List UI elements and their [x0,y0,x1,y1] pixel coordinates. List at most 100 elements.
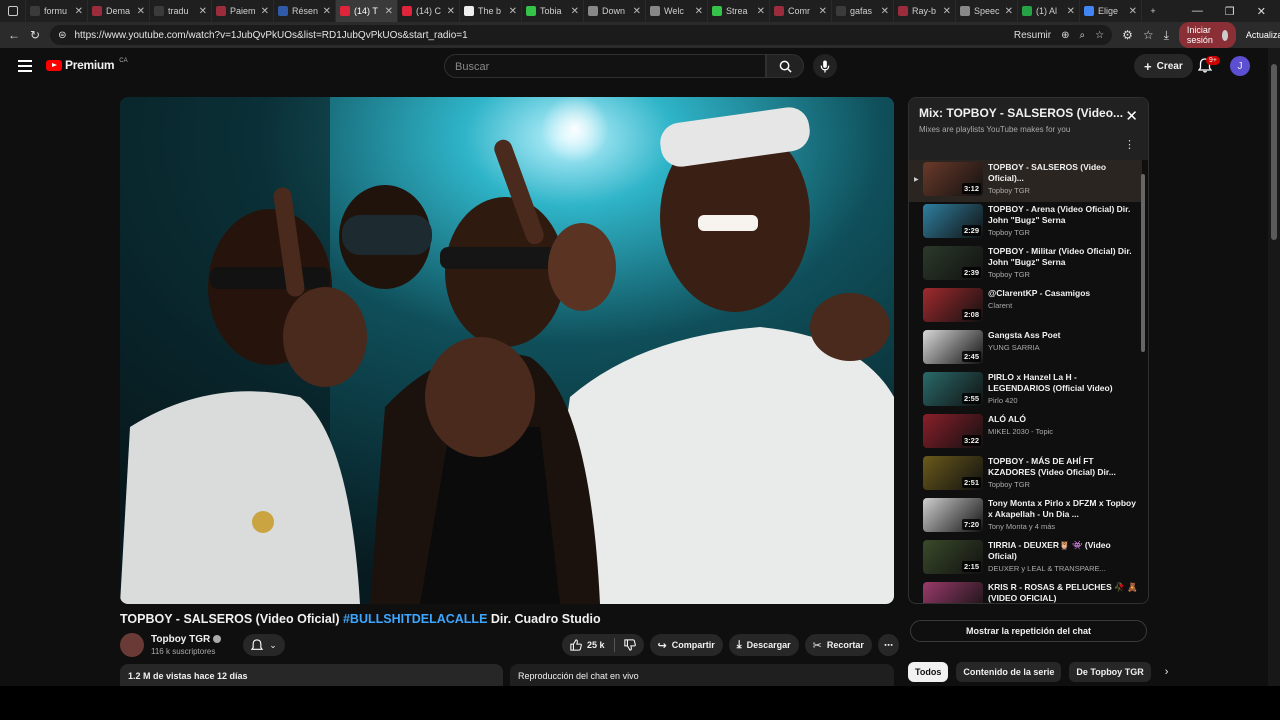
extensions-icon[interactable]: ⚙ [1122,28,1133,42]
site-info-icon[interactable]: ⊜ [58,30,66,41]
video-player[interactable] [120,97,894,604]
playlist-item[interactable]: 2:12 KRIS R - ROSAS & PELUCHES 🥀 🧸 (VIDEO… [909,580,1142,603]
create-button[interactable]: + Crear [1134,54,1193,78]
playlist-item-title[interactable]: TOPBOY - MÁS DE AHÍ FT KZADORES (Video O… [988,456,1138,478]
playlist-item[interactable]: 2:29 TOPBOY - Arena (Video Oficial) Dir. … [909,202,1142,244]
browser-tab[interactable]: (1) Al ✕ [1018,0,1080,22]
download-icon[interactable]: ⤓ [1164,28,1169,42]
playlist-item-title[interactable]: TOPBOY - Militar (Video Oficial) Dir. Jo… [988,246,1138,268]
tab-close-icon[interactable]: ✕ [943,6,951,17]
tab-close-icon[interactable]: ✕ [75,6,83,17]
playlist-more-icon[interactable]: ⋮ [1124,138,1135,151]
playlist-item[interactable]: 2:39 TOPBOY - Militar (Video Oficial) Dir… [909,244,1142,286]
playlist-item-title[interactable]: TIRRIA - DEUXER🦉 👾 (Video Oficial) [988,540,1138,562]
browser-tab[interactable]: Speec ✕ [956,0,1018,22]
download-button[interactable]: ⤓ Descargar [728,634,799,656]
playlist-thumbnail[interactable]: 2:12 [923,582,983,603]
playlist-title[interactable]: Mix: TOPBOY - SALSEROS (Video... [919,106,1138,120]
playlist-thumbnail[interactable]: 2:29 [923,204,983,238]
tab-close-icon[interactable]: ✕ [881,6,889,17]
playlist-item[interactable]: 3:22 ALÓ ALÓ MIKEL 2030 - Topic [909,412,1142,454]
playlist-item-title[interactable]: Tony Monta x Pirlo x DFZM x Topboy x Aka… [988,498,1138,520]
close-icon[interactable]: ✕ [1125,107,1138,125]
minimize-icon[interactable]: — [1192,5,1203,18]
playlist-thumbnail[interactable]: 3:22 [923,414,983,448]
new-tab-button[interactable]: + [1142,0,1164,22]
playlist-item-title[interactable]: TOPBOY - SALSEROS (Video Oficial)... [988,162,1138,184]
playlist-item-title[interactable]: @ClarentKP - Casamigos [988,288,1138,299]
browser-tab[interactable]: Dema ✕ [88,0,150,22]
more-actions-button[interactable]: ⋯ [877,634,899,656]
search-input[interactable]: Buscar [444,54,766,78]
voice-search-button[interactable] [813,54,837,78]
playlist-thumbnail[interactable]: 2:55 [923,372,983,406]
signin-button[interactable]: Iniciar sesión [1178,22,1236,48]
tab-close-icon[interactable]: ✕ [137,6,145,17]
hamburger-menu-icon[interactable] [18,60,32,75]
clip-button[interactable]: ✂ Recortar [804,634,872,656]
browser-tab[interactable]: Strea ✕ [708,0,770,22]
resume-label[interactable]: Resumir [1014,30,1051,41]
playlist-item-title[interactable]: TOPBOY - Arena (Video Oficial) Dir. John… [988,204,1138,226]
page-scroll-thumb[interactable] [1271,64,1277,240]
account-avatar[interactable]: J [1230,56,1250,76]
zoom-icon[interactable]: ⌕ [1079,30,1085,41]
browser-tab[interactable]: tradu ✕ [150,0,212,22]
playlist-item-title[interactable]: Gangsta Ass Poet [988,330,1138,341]
tab-close-icon[interactable]: ✕ [571,6,579,17]
chip-channel[interactable]: De Topboy TGR [1069,662,1151,682]
tab-close-icon[interactable]: ✕ [323,6,331,17]
like-button[interactable]: 25 k [562,634,644,656]
favorites-icon[interactable]: ☆ [1143,28,1154,42]
tab-close-icon[interactable]: ✕ [385,6,393,17]
chevron-right-icon[interactable]: › [1165,666,1169,678]
playlist-thumbnail[interactable]: 3:12 [923,162,983,196]
live-chat-replay-header[interactable]: Reproducción del chat en vivo [510,664,894,688]
playlist-thumbnail[interactable]: 7:20 [923,498,983,532]
thumbs-down-icon[interactable] [623,639,636,651]
playlist-thumbnail[interactable]: 2:39 [923,246,983,280]
chip-series[interactable]: Contenido de la serie [956,662,1062,682]
search-button[interactable] [766,54,804,78]
playlist-scrollbar[interactable] [1141,164,1145,602]
browser-tab[interactable]: formu ✕ [26,0,88,22]
tab-close-icon[interactable]: ✕ [261,6,269,17]
tab-close-icon[interactable]: ✕ [509,6,517,17]
update-button[interactable]: Actualizar [1246,30,1280,40]
playlist-thumbnail[interactable]: 2:45 [923,330,983,364]
playlist-thumbnail[interactable]: 2:51 [923,456,983,490]
browser-tab[interactable]: Down ✕ [584,0,646,22]
tab-close-icon[interactable]: ✕ [1129,6,1137,17]
tab-close-icon[interactable]: ✕ [199,6,207,17]
playlist-item-title[interactable]: ALÓ ALÓ [988,414,1138,425]
tab-close-icon[interactable]: ✕ [1005,6,1013,17]
playlist-item[interactable]: 2:08 @ClarentKP - Casamigos Clarent [909,286,1142,328]
tab-close-icon[interactable]: ✕ [695,6,703,17]
reload-icon[interactable]: ↻ [30,28,40,42]
hashtag-link[interactable]: #BULLSHITDELACALLE [343,612,487,626]
bookmark-star-icon[interactable]: ☆ [1095,30,1104,41]
close-window-icon[interactable]: ✕ [1257,5,1266,18]
browser-tab[interactable]: Welc ✕ [646,0,708,22]
tab-close-icon[interactable]: ✕ [819,6,827,17]
playlist-item[interactable]: 2:55 PIRLO x Hanzel La H - LEGENDARIOS (O… [909,370,1142,412]
page-scrollbar[interactable] [1268,48,1280,686]
tab-close-icon[interactable]: ✕ [447,6,455,17]
browser-tab[interactable]: Résen ✕ [274,0,336,22]
playlist-thumbnail[interactable]: 2:15 [923,540,983,574]
channel-name[interactable]: Topboy TGR [151,634,210,645]
playlist-item[interactable]: 2:15 TIRRIA - DEUXER🦉 👾 (Video Oficial) DE… [909,538,1142,580]
playlist-item[interactable]: 2:51 TOPBOY - MÁS DE AHÍ FT KZADORES (Vid… [909,454,1142,496]
subscribed-notification-button[interactable]: ⌄ [243,634,285,656]
back-icon[interactable]: ← [8,28,20,42]
share-button[interactable]: ↪ Compartir [649,634,723,656]
channel-avatar[interactable] [120,633,144,657]
playlist-thumbnail[interactable]: 2:08 [923,288,983,322]
browser-tab[interactable]: (14) T ✕ [336,0,398,22]
browser-tab[interactable]: Ray-b ✕ [894,0,956,22]
show-chat-replay-button[interactable]: Mostrar la repetición del chat [910,620,1147,642]
browser-tab[interactable]: Paiem ✕ [212,0,274,22]
browser-tab[interactable]: gafas ✕ [832,0,894,22]
playlist-item[interactable]: ▶ 3:12 TOPBOY - SALSEROS (Video Oficial)..… [909,160,1142,202]
playlist-item-title[interactable]: PIRLO x Hanzel La H - LEGENDARIOS (Offic… [988,372,1138,394]
